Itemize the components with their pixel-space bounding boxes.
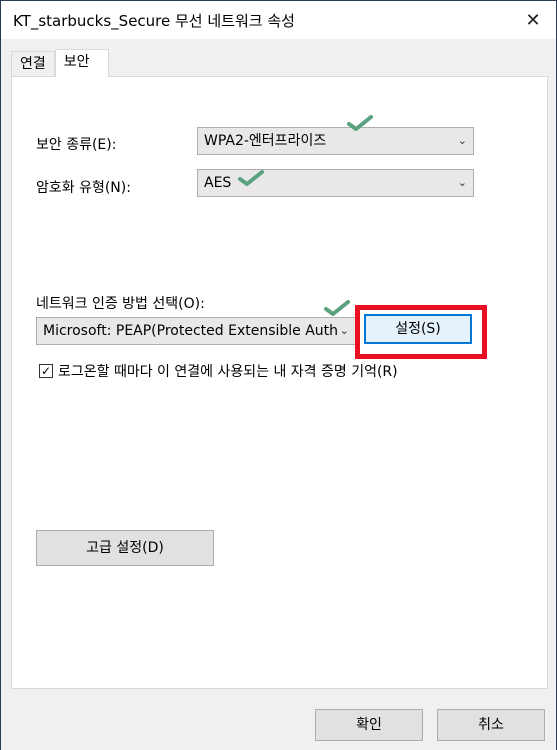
title-bar: KT_starbucks_Secure 무선 네트워크 속성 ✕ [1,1,556,39]
tab-connection[interactable]: 연결 [11,51,55,77]
encryption-type-label: 암호화 유형(N): [36,180,131,196]
security-type-label: 보안 종류(E): [36,137,117,153]
tab-security[interactable]: 보안 [54,49,109,77]
close-button[interactable]: ✕ [510,1,556,39]
close-icon: ✕ [525,9,541,31]
remember-credentials-checkbox[interactable]: ✓ [39,364,53,378]
security-panel: 보안 종류(E): WPA2-엔터프라이즈 ⌄ 암호화 유형(N): AES ⌄… [11,76,548,689]
chevron-down-icon: ⌄ [457,176,467,189]
security-type-value: WPA2-엔터프라이즈 [204,133,327,149]
encryption-type-value: AES [204,175,232,191]
auth-method-dropdown[interactable]: Microsoft: PEAP(Protected Extensible Aut… [36,317,356,345]
chevron-down-icon: ⌄ [457,134,467,147]
green-checkmark-icon [347,115,373,131]
check-icon: ✓ [40,364,52,378]
security-type-dropdown[interactable]: WPA2-엔터프라이즈 ⌄ [197,127,474,155]
dialog-footer: 확인 취소 [1,689,556,750]
chevron-down-icon: ⌄ [337,318,349,344]
remember-credentials-label: 로그온할 때마다 이 연결에 사용되는 내 자격 증명 기억(R) [58,364,398,380]
advanced-settings-button[interactable]: 고급 설정(D) [36,530,214,566]
dialog-window: KT_starbucks_Secure 무선 네트워크 속성 ✕ 연결 보안 보… [0,0,557,750]
ok-button[interactable]: 확인 [315,709,423,741]
window-title: KT_starbucks_Secure 무선 네트워크 속성 [13,12,295,30]
auth-method-label: 네트워크 인증 방법 선택(O): [36,296,205,312]
cancel-button[interactable]: 취소 [437,709,545,741]
tab-bar: 연결 보안 [11,49,109,77]
green-checkmark-icon [238,170,264,186]
highlight-box [355,305,487,359]
green-checkmark-icon [324,300,350,316]
auth-method-value: Microsoft: PEAP(Protected Extensible Aut… [43,323,347,339]
